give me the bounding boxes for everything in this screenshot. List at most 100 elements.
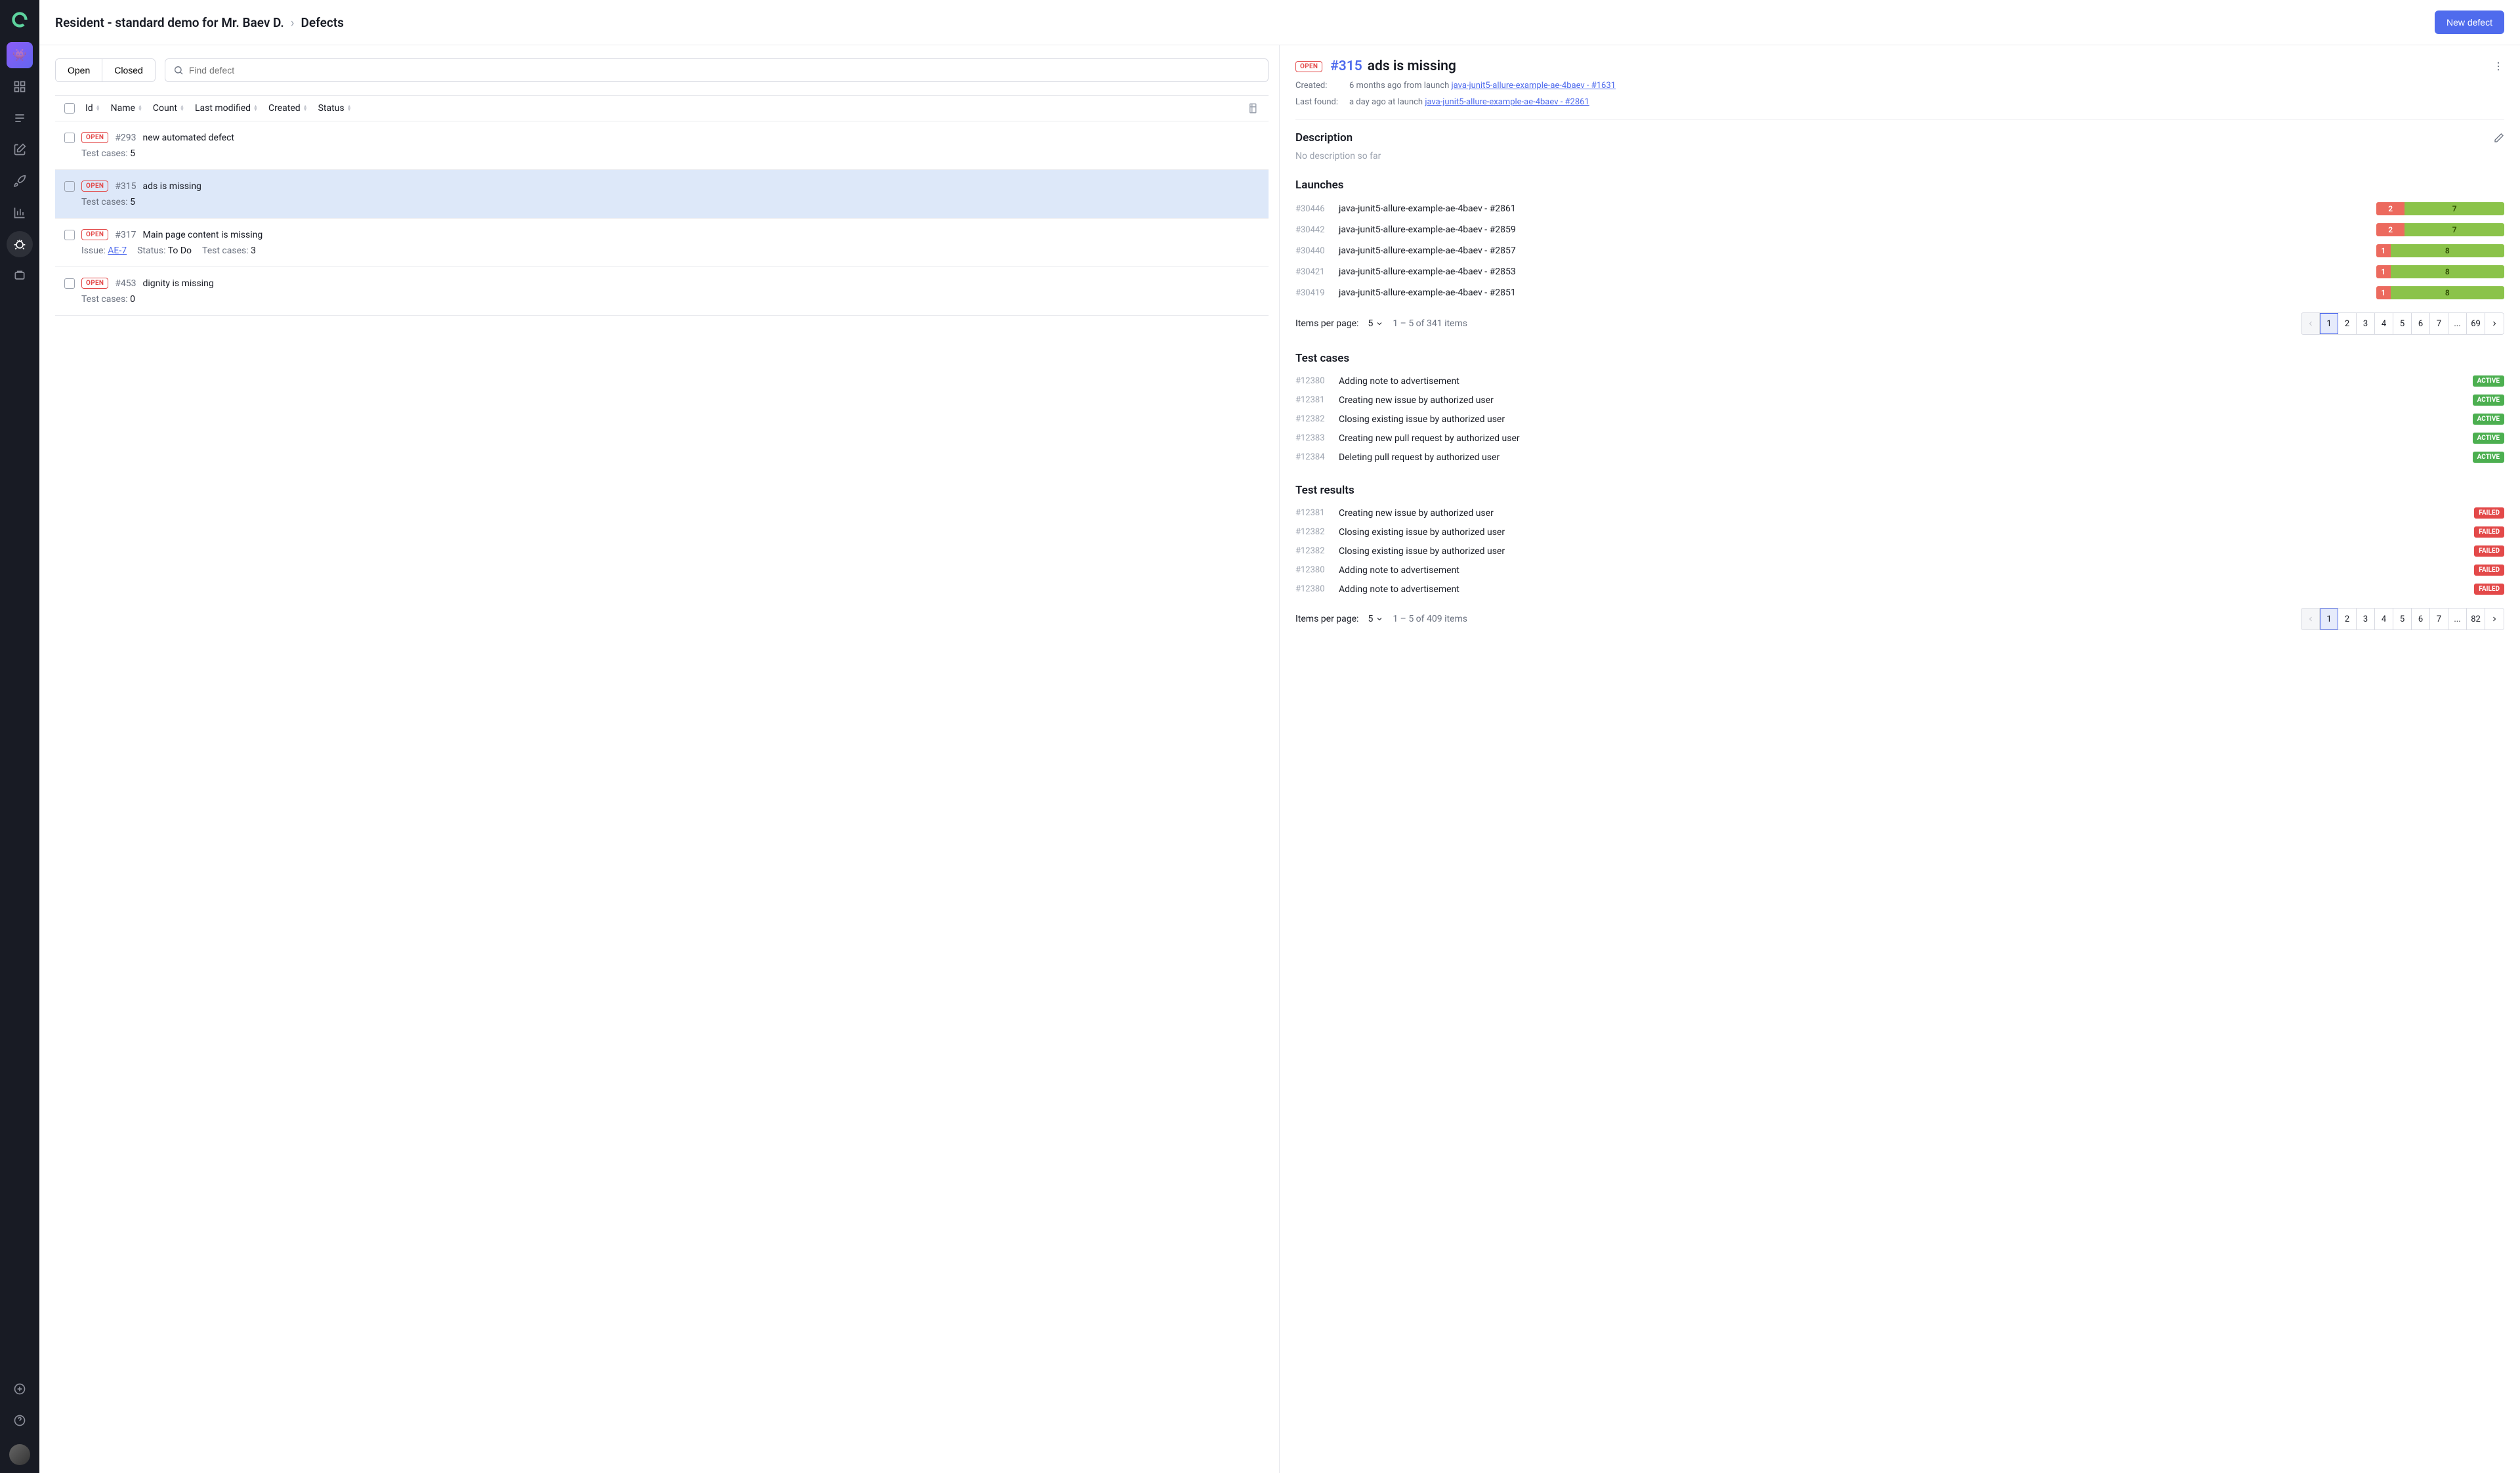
testcase-row[interactable]: #12381 Creating new issue by authorized …: [1295, 391, 2504, 410]
pager-page[interactable]: 2: [2338, 608, 2357, 630]
pager-page[interactable]: 5: [2393, 608, 2412, 630]
testcase-name: Creating new issue by authorized user: [1339, 395, 2466, 406]
pager-page[interactable]: 5: [2393, 313, 2412, 334]
sidebar-item-project[interactable]: 👾: [7, 42, 33, 68]
testresult-row[interactable]: #12380 Adding note to advertisement FAIL…: [1295, 580, 2504, 599]
pager-page[interactable]: 7: [2430, 313, 2448, 334]
select-all-checkbox[interactable]: [64, 103, 75, 114]
issue-link[interactable]: AE-7: [108, 245, 127, 256]
new-defect-button[interactable]: New defect: [2435, 11, 2504, 34]
row-checkbox[interactable]: [64, 133, 75, 143]
testresult-name: Creating new issue by authorized user: [1339, 508, 2468, 519]
columns-icon[interactable]: [1248, 102, 1259, 114]
status-badge: OPEN: [81, 229, 108, 240]
edit-icon[interactable]: [2494, 133, 2504, 143]
sidebar-add[interactable]: [7, 1376, 33, 1402]
col-count[interactable]: Count▲▼: [153, 103, 184, 114]
sidebar-item-jobs[interactable]: [7, 263, 33, 289]
defect-row[interactable]: OPEN #453 dignity is missing Test cases:…: [55, 267, 1269, 316]
testcase-row[interactable]: #12384 Deleting pull request by authoriz…: [1295, 448, 2504, 467]
row-checkbox[interactable]: [64, 230, 75, 240]
pager-page[interactable]: 6: [2412, 313, 2430, 334]
pager-page[interactable]: 3: [2357, 608, 2375, 630]
pager-page[interactable]: 4: [2375, 313, 2393, 334]
testresult-row[interactable]: #12382 Closing existing issue by authori…: [1295, 542, 2504, 561]
pager-next[interactable]: [2485, 313, 2504, 334]
pager-page[interactable]: 82: [2467, 608, 2485, 630]
testcase-row[interactable]: #12382 Closing existing issue by authori…: [1295, 410, 2504, 429]
sidebar-help[interactable]: [7, 1407, 33, 1434]
pager-page[interactable]: ...: [2448, 608, 2467, 630]
sidebar-item-defects[interactable]: [7, 231, 33, 257]
failed-count: 2: [2376, 202, 2404, 215]
col-created[interactable]: Created▲▼: [268, 103, 308, 114]
launch-name: java-junit5-allure-example-ae-4baev - #2…: [1339, 288, 2370, 298]
pager-prev[interactable]: [2301, 313, 2320, 334]
lastfound-link[interactable]: java-junit5-allure-example-ae-4baev - #2…: [1425, 97, 1589, 107]
user-avatar[interactable]: [9, 1444, 30, 1465]
defect-row[interactable]: OPEN #317 Main page content is missing I…: [55, 219, 1269, 267]
more-icon[interactable]: [2492, 60, 2504, 72]
col-name[interactable]: Name▲▼: [111, 103, 142, 114]
testresult-row[interactable]: #12380 Adding note to advertisement FAIL…: [1295, 561, 2504, 580]
passed-count: 8: [2391, 265, 2504, 278]
pager-page[interactable]: 1: [2320, 608, 2338, 630]
testcase-row[interactable]: #12383 Creating new pull request by auth…: [1295, 429, 2504, 448]
search-input[interactable]: [184, 59, 1260, 81]
defect-row[interactable]: OPEN #315 ads is missing Test cases: 5: [55, 170, 1269, 219]
status-badge-active: ACTIVE: [2473, 375, 2504, 387]
testresult-row[interactable]: #12382 Closing existing issue by authori…: [1295, 523, 2504, 542]
testresult-row[interactable]: #12381 Creating new issue by authorized …: [1295, 503, 2504, 523]
sidebar-item-analytics[interactable]: [7, 200, 33, 226]
pager-page[interactable]: 7: [2430, 608, 2448, 630]
col-lastmodified[interactable]: Last modified▲▼: [195, 103, 258, 114]
toggle-closed[interactable]: Closed: [102, 59, 155, 81]
launch-row[interactable]: #30421 java-junit5-allure-example-ae-4ba…: [1295, 261, 2504, 282]
launch-row[interactable]: #30440 java-junit5-allure-example-ae-4ba…: [1295, 240, 2504, 261]
sidebar-item-plans[interactable]: [7, 137, 33, 163]
plan-icon: [13, 143, 26, 156]
pager-next[interactable]: [2485, 608, 2504, 630]
breadcrumb-project[interactable]: Resident - standard demo for Mr. Baev D.: [55, 15, 284, 30]
launch-name: java-junit5-allure-example-ae-4baev - #2…: [1339, 203, 2370, 214]
detail-id[interactable]: #315: [1330, 58, 1362, 74]
created-link[interactable]: java-junit5-allure-example-ae-4baev - #1…: [1452, 81, 1616, 91]
sidebar-item-dashboard[interactable]: [7, 74, 33, 100]
col-status[interactable]: Status▲▼: [318, 103, 352, 114]
defect-row[interactable]: OPEN #293 new automated defect Test case…: [55, 121, 1269, 170]
defect-name: new automated defect: [142, 133, 234, 143]
sidebar-item-testcases[interactable]: [7, 105, 33, 131]
testresults-page-size[interactable]: 5: [1368, 614, 1383, 624]
table-header: Id▲▼ Name▲▼ Count▲▼ Last modified▲▼ Crea…: [55, 95, 1269, 121]
testcase-row[interactable]: #12380 Adding note to advertisement ACTI…: [1295, 372, 2504, 391]
launches-page-size[interactable]: 5: [1368, 318, 1383, 329]
pager-page[interactable]: 69: [2467, 313, 2485, 334]
pager-page[interactable]: 4: [2375, 608, 2393, 630]
logo[interactable]: [8, 8, 32, 32]
analytics-icon: [13, 206, 26, 219]
pager-page[interactable]: ...: [2448, 313, 2467, 334]
testcase-name: Creating new pull request by authorized …: [1339, 433, 2466, 444]
sidebar-item-launches[interactable]: [7, 168, 33, 194]
defect-name: dignity is missing: [142, 278, 213, 289]
testcase-name: Adding note to advertisement: [1339, 376, 2466, 387]
sidebar: 👾: [0, 0, 39, 1473]
pager-prev[interactable]: [2301, 608, 2320, 630]
defect-id: #293: [115, 133, 136, 143]
failed-count: 1: [2376, 286, 2391, 299]
launch-row[interactable]: #30419 java-junit5-allure-example-ae-4ba…: [1295, 282, 2504, 303]
pager-page[interactable]: 3: [2357, 313, 2375, 334]
testresult-id: #12382: [1295, 527, 1332, 537]
testresult-id: #12380: [1295, 584, 1332, 594]
dashboard-icon: [13, 80, 26, 93]
jobs-icon: [13, 269, 26, 282]
launch-row[interactable]: #30442 java-junit5-allure-example-ae-4ba…: [1295, 219, 2504, 240]
col-id[interactable]: Id▲▼: [85, 103, 100, 114]
row-checkbox[interactable]: [64, 181, 75, 192]
launch-row[interactable]: #30446 java-junit5-allure-example-ae-4ba…: [1295, 198, 2504, 219]
pager-page[interactable]: 6: [2412, 608, 2430, 630]
row-checkbox[interactable]: [64, 278, 75, 289]
toggle-open[interactable]: Open: [56, 59, 102, 81]
pager-page[interactable]: 1: [2320, 313, 2338, 334]
pager-page[interactable]: 2: [2338, 313, 2357, 334]
